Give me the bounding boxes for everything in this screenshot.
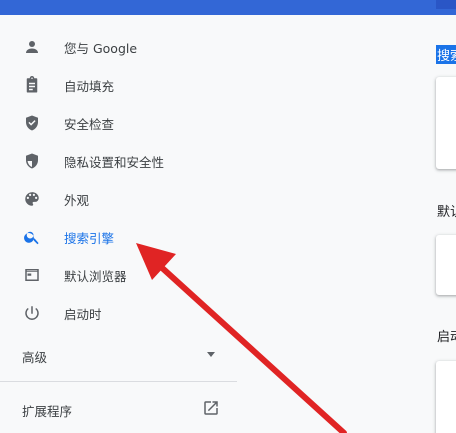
sidebar-item-privacy-security[interactable]: 隐私设置和安全性 [0, 142, 237, 180]
palette-icon [22, 189, 42, 209]
sidebar-advanced-toggle[interactable]: 高级 [0, 336, 237, 374]
clipboard-icon [22, 75, 42, 95]
section-title-default-browser: 默认 [437, 205, 456, 220]
settings-sidebar: 您与 Google 自动填充 安全检查 隐私设置和安全性 外观 搜索引擎 默认浏… [0, 15, 237, 433]
sidebar-item-autofill[interactable]: 自动填充 [0, 66, 237, 104]
section-title-on-startup: 启动 [437, 330, 456, 345]
extensions-label: 扩展程序 [22, 404, 73, 419]
sidebar-item-label: 外观 [64, 192, 90, 208]
header-search-edge [436, 0, 456, 9]
on-startup-card [436, 361, 456, 433]
open-in-new-icon [202, 399, 222, 419]
shield-check-icon [22, 113, 42, 133]
sidebar-item-default-browser[interactable]: 默认浏览器 [0, 256, 237, 294]
sidebar-item-extensions[interactable]: 扩展程序 [0, 390, 237, 428]
search-icon [22, 227, 42, 247]
sidebar-item-search-engine[interactable]: 搜索引擎 [0, 218, 237, 256]
top-header-bar [0, 0, 456, 15]
sidebar-item-label: 自动填充 [64, 78, 115, 94]
caret-down-icon [207, 352, 215, 357]
section-title-search-engine: 搜索 [436, 45, 456, 64]
sidebar-item-on-startup[interactable]: 启动时 [0, 294, 237, 332]
search-engine-card [436, 77, 456, 169]
shield-half-icon [22, 151, 42, 171]
sidebar-divider [0, 381, 237, 382]
sidebar-item-label: 安全检查 [64, 116, 115, 132]
sidebar-item-you-and-google[interactable]: 您与 Google [0, 28, 237, 66]
sidebar-item-label: 您与 Google [64, 40, 138, 56]
settings-main-content: 搜索 默认 启动 [237, 15, 456, 433]
sidebar-item-label: 隐私设置和安全性 [64, 154, 165, 170]
sidebar-item-label: 默认浏览器 [64, 268, 127, 284]
power-icon [22, 303, 42, 323]
advanced-label: 高级 [22, 350, 48, 365]
sidebar-item-safety-check[interactable]: 安全检查 [0, 104, 237, 142]
sidebar-item-label: 搜索引擎 [64, 230, 115, 246]
default-browser-card [436, 235, 456, 295]
person-icon [22, 37, 42, 57]
sidebar-item-label: 启动时 [64, 306, 102, 322]
sidebar-item-appearance[interactable]: 外观 [0, 180, 237, 218]
browser-window-icon [22, 265, 42, 285]
